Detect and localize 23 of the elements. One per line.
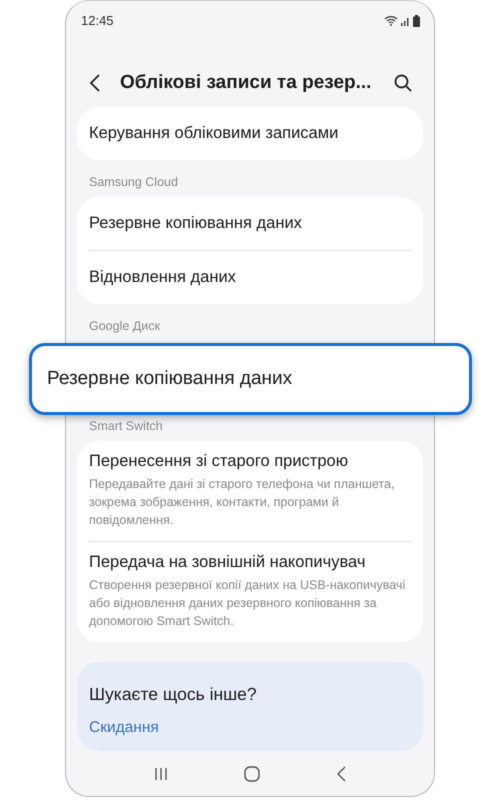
section-heading: Smart Switch xyxy=(88,418,164,436)
item-description: Створення резервної копії даних на USB-накопичувачі або відновлення даних резервного копіювання за допомогою Smart Switch. xyxy=(89,577,406,630)
wifi-icon xyxy=(384,15,398,26)
menu-item[interactable]: Відновлення даних xyxy=(89,268,411,288)
home-icon[interactable] xyxy=(244,766,260,782)
menu-item[interactable]: Керування обліковими записами xyxy=(89,124,411,144)
search-icon[interactable] xyxy=(394,74,412,92)
menu-item[interactable]: Резервне копіювання даних xyxy=(47,368,454,390)
signal-icon xyxy=(401,16,410,26)
menu-item[interactable]: Передача на зовнішній накопичувач xyxy=(89,553,411,572)
status-time: 12:45 xyxy=(81,13,114,28)
section-heading: Samsung Cloud xyxy=(88,174,179,192)
help-link[interactable]: Скидання xyxy=(89,719,411,738)
item-description: Передавайте дані зі старого телефона чи планшета, зокрема зображення, контакти, програми й повідомлення. xyxy=(89,476,396,530)
menu-item[interactable]: Перенесення зі старого пристрою xyxy=(89,452,411,472)
menu-item[interactable]: Резервне копіювання даних xyxy=(89,214,411,234)
recents-icon[interactable] xyxy=(154,766,168,781)
back-nav-icon[interactable] xyxy=(336,766,346,782)
battery-icon xyxy=(413,14,420,26)
page-title: Облікові записи та резер... xyxy=(120,72,372,94)
section-heading: Google Диск xyxy=(88,318,161,336)
back-icon[interactable] xyxy=(90,74,100,92)
help-title: Шукаєте щось інше? xyxy=(89,684,258,706)
